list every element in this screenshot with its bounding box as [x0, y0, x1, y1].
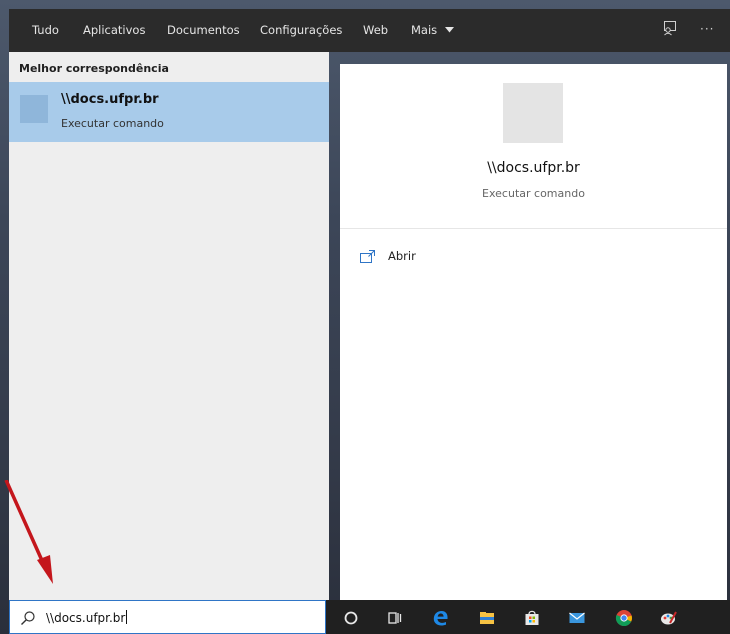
- best-match-item[interactable]: \\docs.ufpr.br Executar comando: [9, 82, 329, 142]
- tab-tudo[interactable]: Tudo: [32, 23, 59, 37]
- best-match-subtitle: Executar comando: [61, 117, 164, 130]
- tab-aplicativos[interactable]: Aplicativos: [83, 23, 145, 37]
- search-filter-bar: Tudo Aplicativos Documentos Configuraçõe…: [9, 9, 730, 52]
- more-options-button[interactable]: ···: [700, 22, 720, 42]
- edge-icon[interactable]: [432, 609, 450, 627]
- run-command-icon: [20, 95, 48, 123]
- mail-icon[interactable]: [568, 609, 586, 627]
- tab-documentos[interactable]: Documentos: [167, 23, 240, 37]
- preview-pane: \\docs.ufpr.br Executar comando Abrir: [340, 64, 727, 600]
- search-input[interactable]: \\docs.ufpr.br: [46, 610, 128, 625]
- best-match-title: \\docs.ufpr.br: [61, 92, 159, 107]
- tab-mais-label: Mais: [411, 23, 438, 37]
- search-box[interactable]: \\docs.ufpr.br: [9, 600, 326, 634]
- taskbar: [326, 600, 730, 634]
- paint-icon[interactable]: [660, 609, 678, 627]
- task-view-icon[interactable]: [386, 609, 404, 627]
- store-icon[interactable]: [523, 609, 541, 627]
- preview-title: \\docs.ufpr.br: [487, 160, 580, 176]
- search-icon: [21, 611, 35, 625]
- feedback-icon[interactable]: [661, 19, 681, 39]
- search-input-value: \\docs.ufpr.br: [46, 611, 126, 625]
- tab-configuracoes[interactable]: Configurações: [260, 23, 342, 37]
- preview-divider: [340, 228, 727, 229]
- cortana-icon[interactable]: [342, 609, 360, 627]
- annotation-arrow: [4, 480, 53, 584]
- preview-run-command-icon: [503, 83, 563, 143]
- chrome-icon[interactable]: [615, 609, 633, 627]
- preview-subtitle: Executar comando: [482, 187, 585, 200]
- open-window-icon: [360, 250, 375, 263]
- chevron-down-icon: [444, 27, 454, 33]
- tab-web[interactable]: Web: [363, 23, 388, 37]
- tab-mais[interactable]: Mais: [411, 23, 454, 37]
- file-explorer-icon[interactable]: [478, 609, 496, 627]
- text-caret: [126, 610, 128, 624]
- best-match-heading: Melhor correspondência: [19, 62, 169, 75]
- open-action[interactable]: Abrir: [360, 248, 480, 268]
- open-action-label: Abrir: [388, 249, 416, 263]
